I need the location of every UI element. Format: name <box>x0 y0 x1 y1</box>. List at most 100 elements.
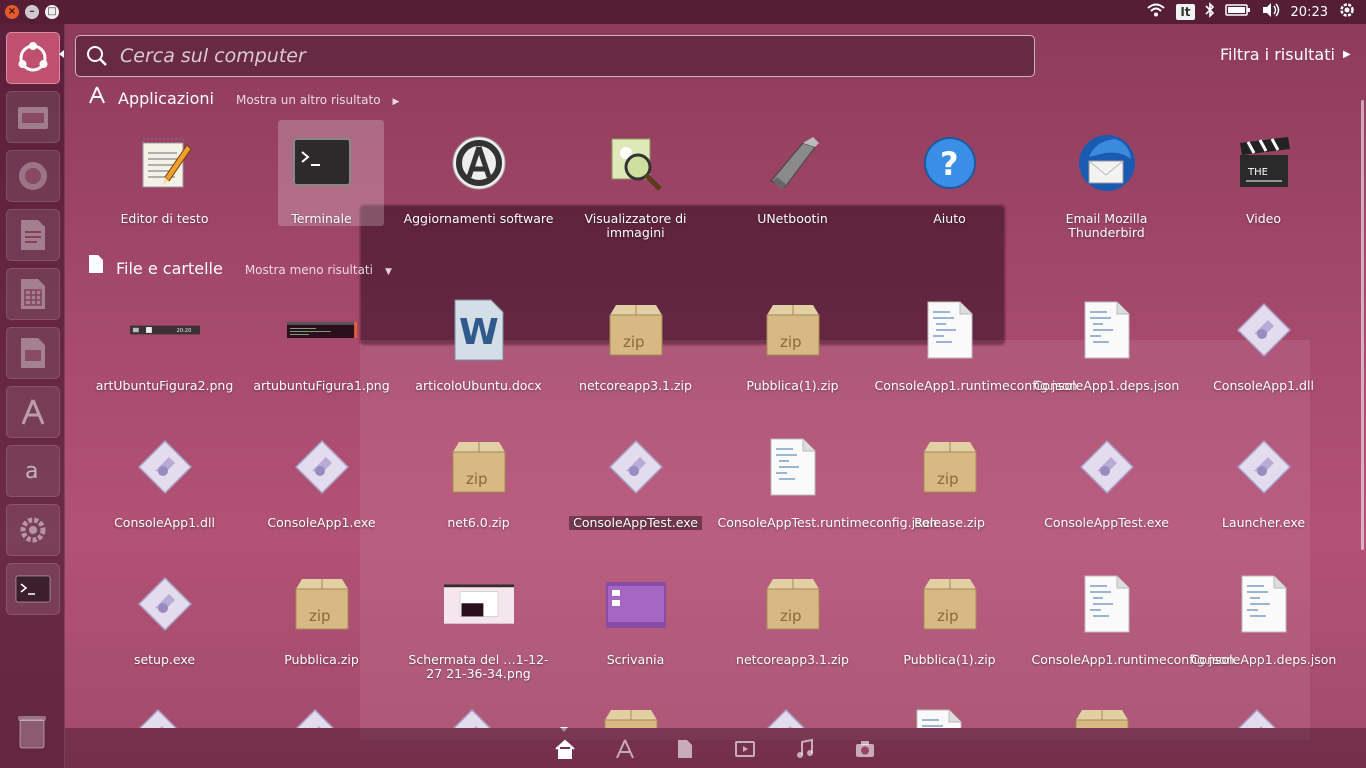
software-updater-icon <box>444 128 514 198</box>
image-viewer-icon <box>601 128 671 198</box>
file-tile[interactable]: setup.exe <box>86 569 243 667</box>
keyboard-layout-indicator[interactable]: It <box>1176 4 1195 20</box>
json-file-icon <box>915 708 985 728</box>
results-scrollbar[interactable] <box>1361 100 1364 550</box>
svg-text:a: a <box>25 459 38 484</box>
app-tile[interactable]: Email Mozilla Thunderbird <box>1028 128 1185 240</box>
photo-lens-icon[interactable] <box>854 738 876 760</box>
launcher-active-indicator <box>59 50 64 58</box>
file-tile[interactable]: ConsoleAppTest.exe <box>557 432 714 530</box>
ubuntu-dash-icon[interactable] <box>6 32 60 84</box>
bluetooth-icon[interactable] <box>1204 2 1215 22</box>
clock-text[interactable]: 20:23 <box>1291 5 1328 20</box>
window-maximize-button[interactable]: □ <box>45 5 59 19</box>
tile-label: ConsoleAppTest.runtimeconfig.json <box>717 515 938 530</box>
file-tile[interactable]: artubuntuFigura1.png <box>243 295 400 393</box>
video-lens-icon[interactable] <box>734 738 756 760</box>
file-tile[interactable]: ConsoleApp1.deps.json <box>1028 295 1185 393</box>
software-center-icon[interactable] <box>6 386 60 438</box>
tile-label: Scrivania <box>606 652 665 667</box>
file-tile[interactable]: Scrivania <box>557 569 714 667</box>
show-more-applications-link[interactable]: Mostra un altro risultato <box>236 93 381 107</box>
file-tile[interactable]: zip netcoreapp3.1.zip <box>714 569 871 667</box>
tile-label: Pubblica(1).zip <box>746 378 839 393</box>
settings-gear-icon[interactable] <box>1338 1 1356 23</box>
svg-text:zip: zip <box>937 470 959 488</box>
file-tile[interactable]: ConsoleAppTest.runtimeconfig.json <box>714 432 938 530</box>
libreoffice-impress-icon[interactable] <box>6 327 60 379</box>
app-tile[interactable]: Visualizzatore di immagini <box>557 128 714 240</box>
search-input[interactable] <box>118 44 1002 68</box>
home-lens-icon[interactable] <box>554 738 576 760</box>
app-tile[interactable]: Terminale <box>243 120 400 226</box>
tile-label: netcoreapp3.1.zip <box>579 378 692 393</box>
filter-results-button[interactable]: Filtra i risultati ▶ <box>1220 45 1351 64</box>
system-settings-icon[interactable] <box>6 504 60 556</box>
app-tile[interactable]: UNetbootin <box>714 128 871 226</box>
filter-results-label: Filtra i risultati <box>1220 45 1335 64</box>
files-section-header: File e cartelle Mostra meno risultati ▼ <box>88 254 392 278</box>
libreoffice-calc-icon[interactable] <box>6 268 60 320</box>
zip-archive-icon: zip <box>444 432 514 502</box>
tile-label: Visualizzatore di immagini <box>584 211 687 240</box>
file-tile[interactable]: Launcher.exe <box>1185 432 1342 530</box>
file-tile[interactable]: ConsoleApp1.runtimeconfig.json <box>1028 569 1234 667</box>
applications-section-icon <box>89 86 105 104</box>
tile-label: Release.zip <box>914 515 985 530</box>
file-tile[interactable]: ConsoleApp1.dll <box>1185 295 1342 393</box>
chevron-down-icon: ▼ <box>384 267 392 277</box>
libreoffice-writer-icon[interactable] <box>6 209 60 261</box>
terminal-icon[interactable] <box>6 563 60 615</box>
file-tile[interactable]: zip netcoreapp3.1.zip <box>557 295 714 393</box>
file-tile[interactable]: zip Pubblica.zip <box>243 569 400 667</box>
file-tile[interactable]: 20:20 artUbuntuFigura2.png <box>86 295 243 393</box>
indicator-area: It 20:23 <box>1146 0 1366 24</box>
app-tile[interactable]: Aggiornamenti software <box>400 128 557 226</box>
svg-text:zip: zip <box>780 607 802 625</box>
svg-text:20:20: 20:20 <box>176 328 191 334</box>
file-tile[interactable]: ConsoleApp1.runtimeconfig.json <box>871 295 1077 393</box>
search-box[interactable] <box>75 35 1035 77</box>
battery-icon[interactable] <box>1224 3 1251 21</box>
music-lens-icon[interactable] <box>794 738 816 760</box>
file-tile[interactable]: zip Release.zip <box>871 432 1028 530</box>
executable-file-icon <box>758 708 828 728</box>
json-file-icon <box>1229 569 1299 639</box>
file-tile[interactable]: Schermata del …1-12-27 21-36-34.png <box>400 569 557 681</box>
zip-archive-icon: zip <box>915 569 985 639</box>
unetbootin-icon <box>758 128 828 198</box>
window-close-button[interactable]: × <box>5 5 19 19</box>
firefox-icon[interactable] <box>6 150 60 202</box>
wifi-icon[interactable] <box>1146 3 1166 21</box>
files-lens-icon[interactable] <box>674 738 696 760</box>
file-tile[interactable]: zip net6.0.zip <box>400 432 557 530</box>
tile-label: Pubblica.zip <box>284 652 359 667</box>
app-tile[interactable]: ? Aiuto <box>871 128 1028 226</box>
tile-label: Editor di testo <box>120 211 209 226</box>
file-tile[interactable]: ConsoleApp1.dll <box>86 432 243 530</box>
file-tile[interactable]: zip Pubblica(1).zip <box>714 295 871 393</box>
files-icon[interactable] <box>6 91 60 143</box>
screenshot-thumbnail-icon <box>443 569 514 639</box>
show-fewer-files-link[interactable]: Mostra meno risultati <box>245 263 373 277</box>
app-tile[interactable]: THE Video <box>1185 128 1342 226</box>
file-tile[interactable]: zip Pubblica(1).zip <box>871 569 1028 667</box>
svg-text:zip: zip <box>623 333 645 351</box>
tile-label: ConsoleApp1.dll <box>1213 378 1314 393</box>
applications-lens-icon[interactable] <box>614 738 636 760</box>
trash-icon[interactable] <box>6 706 58 756</box>
file-tile[interactable]: ConsoleAppTest.exe <box>1028 432 1185 530</box>
json-file-icon <box>758 432 828 502</box>
file-tile[interactable]: ConsoleApp1.exe <box>243 432 400 530</box>
json-file-icon <box>915 295 985 365</box>
file-tile[interactable]: ConsoleApp1.deps.json <box>1185 569 1342 667</box>
app-tile[interactable]: Editor di testo <box>86 128 243 226</box>
file-tile[interactable]: WarticoloUbuntu.docx <box>400 295 557 393</box>
window-minimize-button[interactable]: – <box>25 5 39 19</box>
zip-archive-icon: zip <box>601 708 671 728</box>
volume-icon[interactable] <box>1261 2 1281 22</box>
tile-label: ConsoleAppTest.exe <box>569 516 702 530</box>
amazon-icon[interactable]: a <box>6 445 60 497</box>
applications-section-title: Applicazioni <box>118 89 214 108</box>
executable-file-icon <box>1229 708 1299 728</box>
